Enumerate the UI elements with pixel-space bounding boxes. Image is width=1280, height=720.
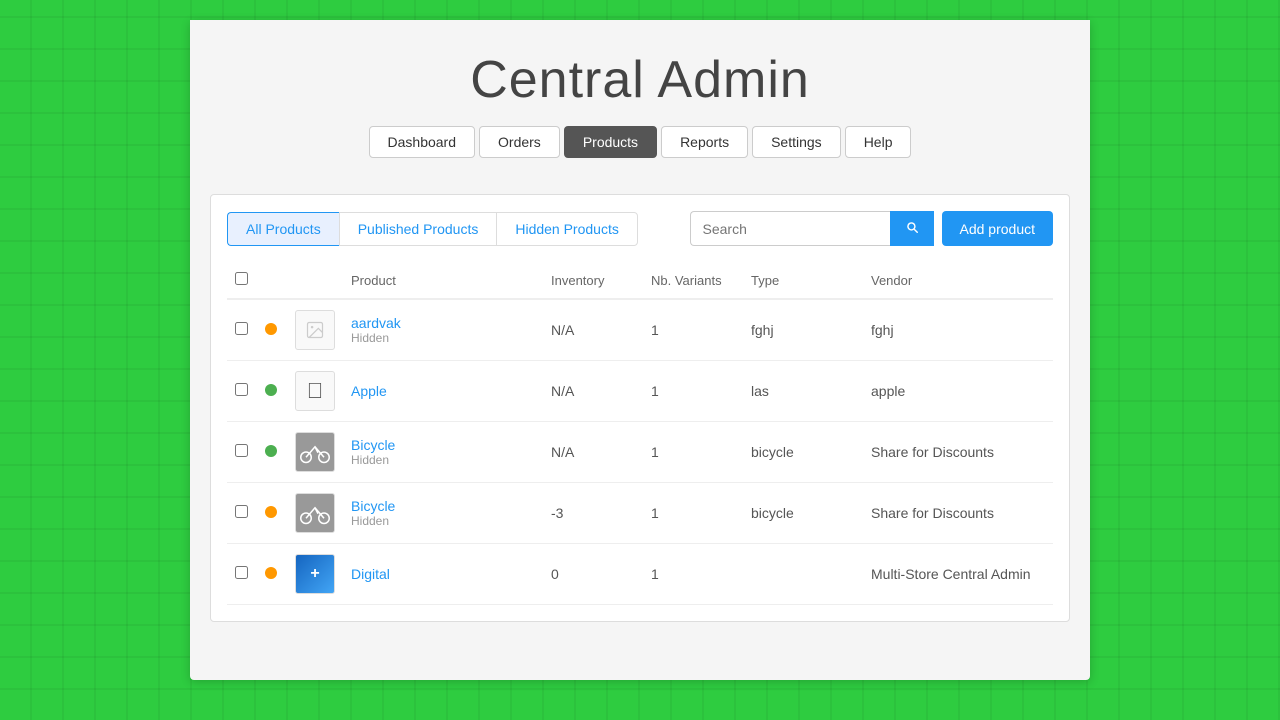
product-sub: Hidden: [351, 514, 535, 528]
nav-btn-dashboard[interactable]: Dashboard: [369, 126, 476, 158]
table-row: + Digital 01 Multi-Store Central Admin: [227, 544, 1053, 605]
product-type: las: [743, 361, 863, 422]
add-product-button[interactable]: Add product: [942, 211, 1054, 246]
products-table: Product Inventory Nb. Variants Type Vend…: [227, 262, 1053, 605]
product-sub: Hidden: [351, 331, 535, 345]
status-dot: [265, 384, 277, 396]
row-checkbox[interactable]: [235, 383, 248, 396]
row-checkbox[interactable]: [235, 505, 248, 518]
product-inventory: N/A: [543, 299, 643, 361]
product-vendor: Share for Discounts: [863, 422, 1053, 483]
search-input[interactable]: [690, 211, 890, 246]
product-name-link[interactable]: aardvak: [351, 315, 401, 331]
search-area: Add product: [690, 211, 1054, 246]
product-variants: 1: [643, 299, 743, 361]
product-inventory: -3: [543, 483, 643, 544]
search-icon: [905, 220, 919, 234]
product-variants: 1: [643, 544, 743, 605]
main-panel: Central Admin DashboardOrdersProductsRep…: [190, 20, 1090, 680]
product-type: bicycle: [743, 422, 863, 483]
row-checkbox[interactable]: [235, 566, 248, 579]
product-type: fghj: [743, 299, 863, 361]
product-thumbnail: : [295, 371, 335, 411]
toolbar: All ProductsPublished ProductsHidden Pro…: [227, 211, 1053, 246]
nav-bar: DashboardOrdersProductsReportsSettingsHe…: [190, 126, 1090, 158]
nav-btn-products[interactable]: Products: [564, 126, 657, 158]
product-name-link[interactable]: Bicycle: [351, 498, 395, 514]
status-dot: [265, 323, 277, 335]
product-thumbnail: +: [295, 554, 335, 594]
search-button[interactable]: [890, 211, 934, 246]
table-row:  Apple N/A1lasapple: [227, 361, 1053, 422]
product-sub: Hidden: [351, 453, 535, 467]
product-inventory: N/A: [543, 422, 643, 483]
digital-icon: +: [310, 565, 319, 583]
product-variants: 1: [643, 422, 743, 483]
app-title: Central Admin: [190, 50, 1090, 110]
select-all-checkbox[interactable]: [235, 272, 248, 285]
col-type: Type: [743, 262, 863, 299]
product-type: bicycle: [743, 483, 863, 544]
product-vendor: fghj: [863, 299, 1053, 361]
nav-btn-orders[interactable]: Orders: [479, 126, 560, 158]
col-inventory: Inventory: [543, 262, 643, 299]
tabs: All ProductsPublished ProductsHidden Pro…: [227, 212, 638, 246]
bike-icon: [300, 498, 330, 528]
thumb-placeholder: [296, 311, 334, 349]
product-name-link[interactable]: Bicycle: [351, 437, 395, 453]
product-type: [743, 544, 863, 605]
product-inventory: N/A: [543, 361, 643, 422]
table-row: BicycleHidden N/A1bicycleShare for Discou…: [227, 422, 1053, 483]
col-vendor: Vendor: [863, 262, 1053, 299]
product-variants: 1: [643, 483, 743, 544]
product-vendor: apple: [863, 361, 1053, 422]
product-thumbnail: [295, 432, 335, 472]
status-dot: [265, 506, 277, 518]
content-area: All ProductsPublished ProductsHidden Pro…: [210, 194, 1070, 622]
product-vendor: Multi-Store Central Admin: [863, 544, 1053, 605]
apple-icon: : [307, 378, 324, 404]
header-section: Central Admin DashboardOrdersProductsRep…: [190, 20, 1090, 178]
product-variants: 1: [643, 361, 743, 422]
product-thumbnail: [295, 310, 335, 350]
col-variants: Nb. Variants: [643, 262, 743, 299]
tab-hidden-products[interactable]: Hidden Products: [496, 212, 638, 246]
nav-btn-settings[interactable]: Settings: [752, 126, 841, 158]
table-row: BicycleHidden -31bicycleShare for Discoun…: [227, 483, 1053, 544]
product-name-link[interactable]: Digital: [351, 566, 390, 582]
product-inventory: 0: [543, 544, 643, 605]
nav-btn-help[interactable]: Help: [845, 126, 912, 158]
tab-all-products[interactable]: All Products: [227, 212, 339, 246]
product-thumbnail: [295, 493, 335, 533]
status-dot: [265, 445, 277, 457]
status-dot: [265, 567, 277, 579]
col-product: Product: [343, 262, 543, 299]
product-vendor: Share for Discounts: [863, 483, 1053, 544]
nav-btn-reports[interactable]: Reports: [661, 126, 748, 158]
bike-icon: [300, 437, 330, 467]
row-checkbox[interactable]: [235, 444, 248, 457]
row-checkbox[interactable]: [235, 322, 248, 335]
tab-published-products[interactable]: Published Products: [339, 212, 497, 246]
table-row: aardvakHiddenN/A1fghjfghj: [227, 299, 1053, 361]
product-name-link[interactable]: Apple: [351, 383, 387, 399]
